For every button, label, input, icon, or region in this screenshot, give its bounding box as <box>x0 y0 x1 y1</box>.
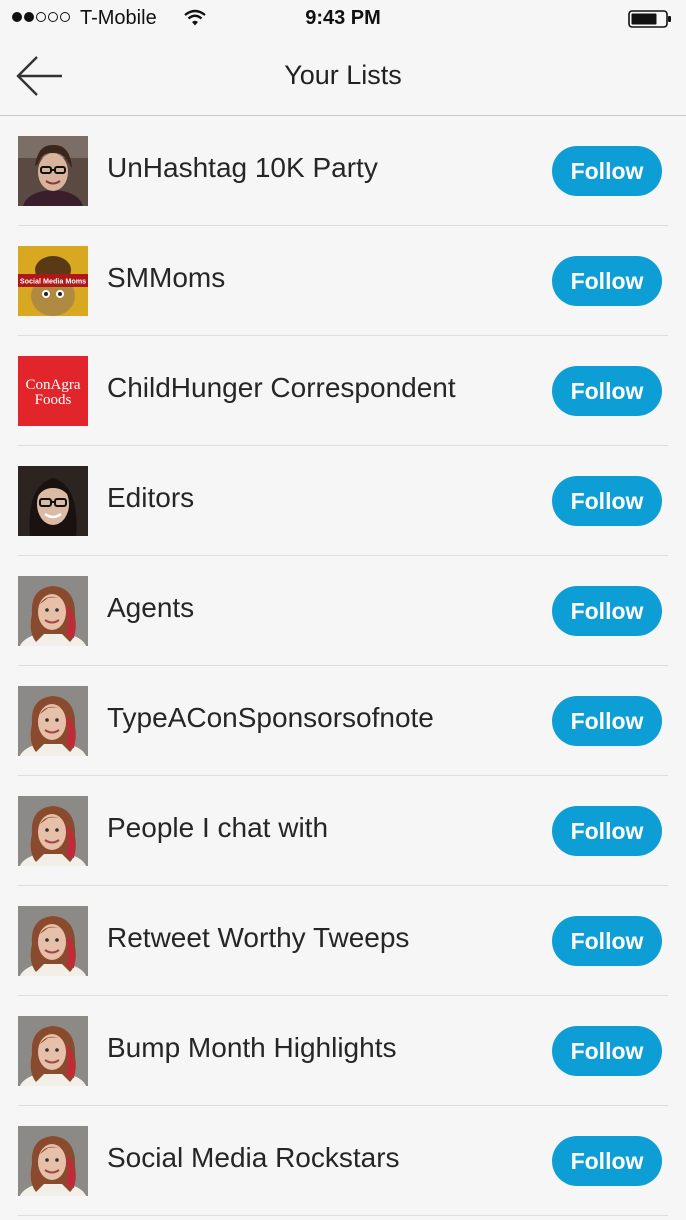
conagra-logo-line1: ConAgra <box>26 377 81 393</box>
list-name: Bump Month Highlights <box>107 1032 397 1063</box>
battery-icon <box>628 10 671 28</box>
follow-button[interactable]: Follow <box>552 476 662 526</box>
list-item[interactable]: UnHashtag 10K Party Follow <box>0 116 686 226</box>
conagra-logo-line2: Foods <box>35 392 72 408</box>
follow-button[interactable]: Follow <box>552 586 662 636</box>
avatar <box>18 1016 88 1086</box>
list-name: People I chat with <box>107 812 329 843</box>
list-item[interactable]: Retweet Worthy Tweeps Follow <box>0 886 686 996</box>
list-name: ChildHunger Correspondent <box>107 372 456 403</box>
follow-button[interactable]: Follow <box>552 256 662 306</box>
list-item[interactable]: Bump Month Highlights Follow <box>0 996 686 1106</box>
page-title: Your Lists <box>284 60 402 90</box>
avatar <box>18 136 88 206</box>
list-item[interactable]: People I chat with Follow <box>0 776 686 886</box>
follow-button[interactable]: Follow <box>552 146 662 196</box>
list-item[interactable]: Social Media Rockstars Follow <box>0 1106 686 1216</box>
list-name: SMMoms <box>107 262 226 293</box>
follow-button[interactable]: Follow <box>552 806 662 856</box>
follow-button[interactable]: Follow <box>552 1026 662 1076</box>
nav-bar: Your Lists <box>0 38 686 116</box>
list-item[interactable]: Editors Follow <box>0 446 686 556</box>
list-name: Editors <box>107 482 195 513</box>
avatar <box>18 796 88 866</box>
follow-button[interactable]: Follow <box>552 1136 662 1186</box>
status-bar: T-Mobile 9:43 PM <box>0 0 686 38</box>
avatar: Social Media Moms <box>18 246 88 316</box>
list-name: Retweet Worthy Tweeps <box>107 922 410 953</box>
list-name: TypeAConSponsorsofnote <box>107 702 434 733</box>
list-item[interactable]: Social Media Moms SMMoms Follow <box>0 226 686 336</box>
lists: UnHashtag 10K Party Follow Social Media … <box>0 116 686 1216</box>
follow-button[interactable]: Follow <box>552 916 662 966</box>
list-item[interactable]: ConAgra Foods ChildHunger Correspondent … <box>0 336 686 446</box>
smmoms-logo-text: Social Media Moms <box>20 277 86 286</box>
follow-button[interactable]: Follow <box>552 696 662 746</box>
list-name: UnHashtag 10K Party <box>107 152 378 183</box>
avatar <box>18 906 88 976</box>
list-name: Agents <box>107 592 195 623</box>
list-item[interactable]: TypeAConSponsorsofnote Follow <box>0 666 686 776</box>
list-name: Social Media Rockstars <box>107 1142 400 1173</box>
avatar <box>18 576 88 646</box>
avatar <box>18 466 88 536</box>
list-item[interactable]: Agents Follow <box>0 556 686 666</box>
avatar <box>18 686 88 756</box>
follow-button[interactable]: Follow <box>552 366 662 416</box>
status-time: 9:43 PM <box>305 7 381 29</box>
conagra-logo: ConAgra Foods <box>18 356 88 426</box>
avatar <box>18 1126 88 1196</box>
